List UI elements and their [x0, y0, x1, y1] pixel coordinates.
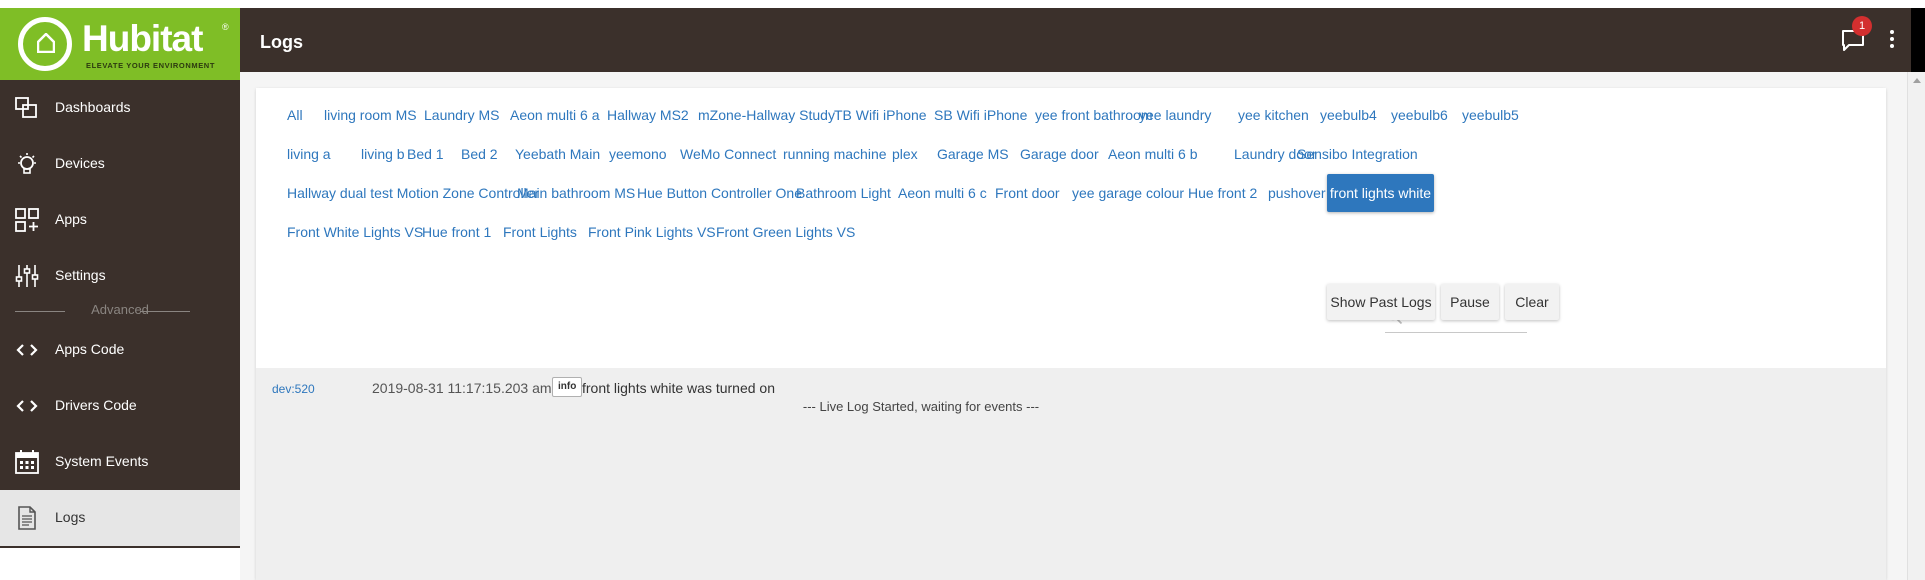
sidebar-item-label: Apps Code [55, 341, 125, 357]
show-past-logs-button[interactable]: Show Past Logs [1327, 284, 1435, 320]
sidebar-item-system-events[interactable]: System Events [0, 434, 240, 490]
dashboards-icon [15, 97, 37, 118]
advanced-divider: Advanced [0, 302, 240, 322]
brand-registered: ® [222, 22, 229, 32]
device-filter-bed-1[interactable]: Bed 1 [407, 135, 444, 173]
device-filter-wemo-connect[interactable]: WeMo Connect [680, 135, 776, 173]
logo-ring-icon [18, 17, 72, 71]
log-timestamp: 2019-08-31 11:17:15.203 am [372, 380, 552, 396]
code-icon [16, 400, 38, 412]
device-filter-pushover[interactable]: pushover [1268, 174, 1326, 212]
device-filter-garage-ms[interactable]: Garage MS [937, 135, 1009, 173]
code-icon [16, 344, 38, 356]
brand-name: Hubitat [82, 18, 203, 59]
sliders-icon [15, 265, 39, 287]
device-filter-living-b[interactable]: living b [361, 135, 405, 173]
device-filter-front-lights[interactable]: Front Lights [503, 213, 577, 251]
device-filter-yeebulb6[interactable]: yeebulb6 [1391, 96, 1448, 134]
more-vert-icon[interactable] [1888, 30, 1896, 52]
page-title: Logs [260, 32, 303, 52]
log-output: dev:520 2019-08-31 11:17:15.203 am info … [256, 368, 1886, 580]
sidebar-item-label: Drivers Code [55, 397, 137, 413]
sidebar-item-label: Settings [55, 267, 106, 283]
live-log-status: --- Live Log Started, waiting for events… [802, 399, 1040, 414]
sidebar-item-apps[interactable]: Apps [0, 192, 240, 248]
device-filter-yeebath-main[interactable]: Yeebath Main [515, 135, 600, 173]
app-header: Logs 1 [240, 8, 1911, 72]
logs-card: All living room MS Laundry MS Aeon multi 6 … [256, 88, 1886, 580]
pause-button[interactable]: Pause [1441, 284, 1499, 320]
logo-house-icon [37, 33, 55, 53]
device-filter-yeemono[interactable]: yeemono [609, 135, 667, 173]
device-filter-all[interactable]: All [287, 96, 303, 134]
sidebar-item-label: Dashboards [55, 99, 131, 115]
device-filter-front-door[interactable]: Front door [995, 174, 1060, 212]
sidebar-item-label: Devices [55, 155, 105, 171]
device-filter-front-lights-white[interactable]: front lights white [1327, 174, 1434, 212]
top-strip [0, 0, 1925, 8]
device-filter-aeon-multi-6-b[interactable]: Aeon multi 6 b [1108, 135, 1198, 173]
device-filter-bathroom-light[interactable]: Bathroom Light [796, 174, 891, 212]
device-filter-bed-2[interactable]: Bed 2 [461, 135, 498, 173]
bulb-icon [18, 153, 36, 174]
window-edge [1911, 8, 1925, 72]
sidebar-item-label: System Events [55, 453, 149, 469]
main-content: All living room MS Laundry MS Aeon multi 6 … [240, 72, 1907, 580]
sidebar-item-dashboards[interactable]: Dashboards [0, 80, 240, 136]
device-filter-hallway-ms2[interactable]: Hallway MS2 [607, 96, 689, 134]
device-filter-tb-wifi-iphone[interactable]: TB Wifi iPhone [834, 96, 927, 134]
device-filter-living-room-ms[interactable]: living room MS [324, 96, 417, 134]
scroll-up-icon[interactable] [1913, 78, 1921, 83]
calendar-icon [15, 450, 39, 474]
device-filter-hue-button-controller-one[interactable]: Hue Button Controller One [637, 174, 802, 212]
device-filter-hue-front-2[interactable]: Hue front 2 [1188, 174, 1257, 212]
sidebar-item-apps-code[interactable]: Apps Code [0, 322, 240, 378]
device-filter-living-a[interactable]: living a [287, 135, 331, 173]
device-filter-main-bathroom-ms[interactable]: Main bathroom MS [517, 174, 635, 212]
document-icon [18, 506, 36, 530]
sidebar-item-logs[interactable]: Logs [0, 490, 240, 546]
brand-tagline: ELEVATE YOUR ENVIRONMENT [86, 61, 215, 70]
device-filter-plex[interactable]: plex [892, 135, 918, 173]
sidebar-nav: Dashboards Devices Apps Settings Advance… [0, 80, 240, 548]
device-filter-yee-laundry[interactable]: yee laundry [1139, 96, 1211, 134]
device-filter-yeebulb4[interactable]: yeebulb4 [1320, 96, 1377, 134]
brand-logo[interactable]: Hubitat ® ELEVATE YOUR ENVIRONMENT [0, 8, 240, 80]
app-root: Hubitat ® ELEVATE YOUR ENVIRONMENT Dashb… [0, 0, 1925, 580]
device-filter-front-pink-lights-vs[interactable]: Front Pink Lights VS [588, 213, 716, 251]
device-filter-hallway-dual-test-motion-zone-controller[interactable]: Hallway dual test Motion Zone Controller [287, 174, 539, 212]
sidebar-item-devices[interactable]: Devices [0, 136, 240, 192]
device-filter-front-green-lights-vs[interactable]: Front Green Lights VS [716, 213, 855, 251]
device-filter-yee-garage-colour[interactable]: yee garage colour [1072, 174, 1184, 212]
device-filter-mzone-hallway-study[interactable]: mZone-Hallway Study [698, 96, 835, 134]
log-message: front lights white was turned on [582, 380, 775, 396]
sidebar-item-label: Apps [55, 211, 87, 227]
page-scrollbar[interactable] [1907, 72, 1925, 580]
sidebar: Hubitat ® ELEVATE YOUR ENVIRONMENT Dashb… [0, 8, 240, 580]
sidebar-item-settings[interactable]: Settings [0, 248, 240, 304]
log-level-badge: info [552, 377, 583, 397]
device-filter-yee-kitchen[interactable]: yee kitchen [1238, 96, 1309, 134]
device-filter-front-white-lights-vs[interactable]: Front White Lights VS [287, 213, 423, 251]
device-filter-running-machine[interactable]: running machine [783, 135, 887, 173]
device-filter-garage-door[interactable]: Garage door [1020, 135, 1099, 173]
clear-button[interactable]: Clear [1505, 284, 1559, 320]
apps-grid-icon [15, 208, 39, 232]
device-filter-laundry-ms[interactable]: Laundry MS [424, 96, 499, 134]
sidebar-item-drivers-code[interactable]: Drivers Code [0, 378, 240, 434]
notification-badge: 1 [1852, 16, 1872, 36]
device-filter-sensibo-integration[interactable]: Sensibo Integration [1297, 135, 1418, 173]
device-filter-hue-front-1[interactable]: Hue front 1 [422, 213, 491, 251]
sidebar-item-label: Logs [55, 509, 86, 525]
log-device-link[interactable]: dev:520 [272, 382, 315, 396]
device-filter-yee-front-bathroom[interactable]: yee front bathroom [1035, 96, 1153, 134]
device-filter-aeon-multi-6-c[interactable]: Aeon multi 6 c [898, 174, 987, 212]
device-filter-sb-wifi-iphone[interactable]: SB Wifi iPhone [934, 96, 1027, 134]
device-filter-yeebulb5[interactable]: yeebulb5 [1462, 96, 1519, 134]
device-filter-aeon-multi-6-a[interactable]: Aeon multi 6 a [510, 96, 600, 134]
